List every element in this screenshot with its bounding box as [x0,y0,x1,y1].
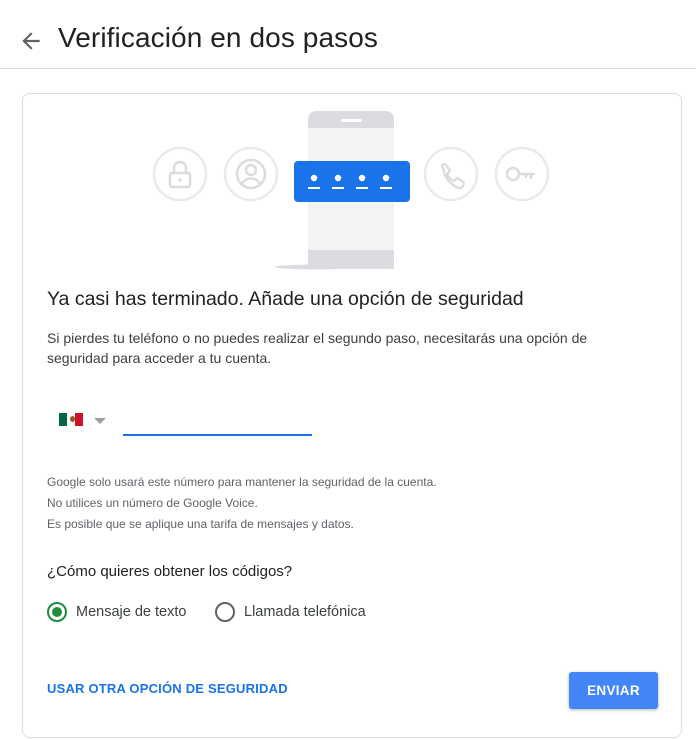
card-title: Ya casi has terminado. Añade una opción … [47,288,524,310]
phone-icon [423,146,479,202]
card-description: Si pierdes tu teléfono o no puedes reali… [47,330,588,366]
phone-number-row [47,396,347,440]
phone-number-input[interactable] [123,408,312,436]
key-icon [494,146,550,202]
account-circle-icon [223,146,279,202]
password-dots-icon [294,161,410,202]
security-option-card: Ya casi has terminado. Añade una opción … [22,93,682,738]
note-line: Es posible que se aplique una tarifa de … [47,517,354,531]
page-title: Verificación en dos pasos [58,22,379,53]
radio-phone-call[interactable]: Llamada telefónica [215,597,366,627]
country-code-dropdown[interactable] [57,406,113,430]
note-line: Google solo usará este número para mante… [47,475,437,489]
radio-button[interactable] [215,602,235,622]
radio-label: Mensaje de texto [76,604,187,620]
two-step-illustration [23,94,683,284]
note-line: No utilices un número de Google Voice. [47,496,258,510]
send-button[interactable]: ENVIAR [569,672,658,709]
code-method-question: ¿Cómo quieres obtener los códigos? [47,563,293,580]
use-other-option-link[interactable]: USAR OTRA OPCIÓN DE SEGURIDAD [47,681,288,696]
dropdown-arrow-icon [94,418,106,424]
top-bar: Verificación en dos pasos [0,0,696,69]
phone-notes: Google solo usará este número para mante… [47,472,437,535]
radio-label: Llamada telefónica [244,604,366,620]
back-arrow-icon[interactable] [18,28,44,54]
lock-icon [152,146,208,202]
radio-text-message[interactable]: Mensaje de texto [47,597,186,627]
mexico-flag-icon [59,413,83,426]
radio-button-selected[interactable] [47,602,67,622]
